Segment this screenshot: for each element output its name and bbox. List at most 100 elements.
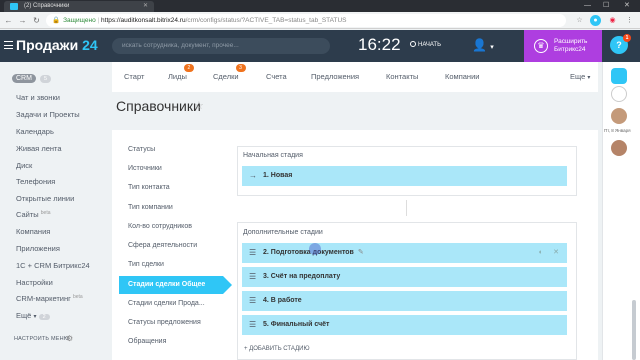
- drag-handle-icon[interactable]: ☰: [249, 267, 256, 287]
- minimize-icon[interactable]: —: [584, 0, 591, 12]
- tab-quotes[interactable]: Предложения: [311, 72, 359, 81]
- sidebar-item-tasks[interactable]: Задачи и Проекты: [16, 110, 80, 119]
- help-icon[interactable]: ? 1: [610, 34, 631, 54]
- chevron-down-icon: ▾: [587, 75, 591, 81]
- avatar[interactable]: [611, 108, 627, 124]
- sidebar-item-disk[interactable]: Диск: [16, 161, 32, 170]
- stage-item[interactable]: ☰ 4. В работе: [242, 291, 567, 311]
- configure-menu-button[interactable]: НАСТРОИТЬ МЕНЮ: [14, 336, 70, 342]
- favorite-star-icon[interactable]: ☆: [194, 99, 204, 112]
- rail-date-label: Пт, 8 Января: [604, 128, 631, 133]
- portal-logo[interactable]: Продажи 24: [16, 37, 98, 53]
- tab-start[interactable]: Старт: [124, 72, 144, 81]
- color-picker-icon[interactable]: ◐: [539, 243, 543, 263]
- user-menu[interactable]: 👤 ▾: [472, 38, 512, 54]
- menu-item-deal-type[interactable]: Тип сделки: [128, 261, 164, 268]
- lock-icon: 🔒: [52, 17, 61, 24]
- gear-icon[interactable]: ⚙: [66, 334, 73, 343]
- add-icon[interactable]: [611, 86, 627, 102]
- sidebar-item-chat[interactable]: Чат и звонки: [16, 93, 60, 102]
- browser-tab-title: (2) Справочники: [24, 3, 70, 9]
- stage-item[interactable]: ☰ 2. Подготовка документов ✎ ◐ ✕: [242, 243, 567, 263]
- menu-burger-icon[interactable]: [4, 41, 13, 49]
- drag-handle-icon[interactable]: ☰: [249, 243, 256, 263]
- sidebar-item-feed[interactable]: Живая лента: [16, 144, 62, 153]
- browser-menu-icon[interactable]: ⋮: [624, 15, 635, 26]
- sidebar-item-telephony[interactable]: Телефония: [16, 177, 55, 186]
- menu-item-employees[interactable]: Кол-во сотрудников: [128, 223, 192, 230]
- extra-stages-title: Дополнительные стадии: [243, 229, 323, 236]
- back-icon[interactable]: ←: [3, 15, 14, 26]
- sidebar-item-1c[interactable]: 1С + CRM Битрикс24: [16, 261, 90, 270]
- sidebar-item-openlines[interactable]: Открытые линии: [16, 194, 74, 203]
- upgrade-button[interactable]: ♛ Расширить Битрикс24: [524, 30, 602, 62]
- start-workday-button[interactable]: НАЧАТЬ: [410, 41, 441, 48]
- play-icon: [410, 41, 416, 47]
- tabs-more-button[interactable]: Еще ▾: [570, 72, 590, 81]
- crown-icon: ♛: [534, 39, 548, 53]
- maximize-icon[interactable]: ☐: [603, 0, 609, 12]
- avatar[interactable]: [611, 140, 627, 156]
- drag-handle-icon[interactable]: ☰: [249, 291, 256, 311]
- deals-badge: 3: [235, 64, 246, 72]
- close-window-icon[interactable]: ✕: [624, 0, 630, 12]
- url-path: /crm/configs/status/?ACTIVE_TAB=status_t…: [185, 17, 347, 24]
- menu-item-industry[interactable]: Сфера деятельности: [128, 242, 197, 249]
- tab-deals[interactable]: Сделки 3: [213, 64, 246, 81]
- url-input[interactable]: 🔒 Защищено | https://auditkonsalt.bitrix2…: [46, 14, 566, 27]
- scrollbar[interactable]: [632, 300, 636, 360]
- user-icon: 👤: [472, 38, 487, 52]
- notification-badge: 1: [623, 34, 631, 42]
- sidebar-more-count: 2: [38, 314, 50, 320]
- sidebar-item-crm-marketing[interactable]: CRM-маркетинг beta: [16, 294, 83, 303]
- divider: [406, 200, 407, 216]
- sidebar-item-apps[interactable]: Приложения: [16, 244, 60, 253]
- secure-label: Защищено: [63, 17, 96, 24]
- menu-item-appeals[interactable]: Обращения: [128, 338, 166, 345]
- menu-item-contact-type[interactable]: Тип контакта: [128, 184, 170, 191]
- drag-handle-icon[interactable]: ☰: [249, 315, 256, 335]
- stage-item[interactable]: ☰ 3. Счёт на предоплату: [242, 267, 567, 287]
- chevron-down-icon: ▾: [490, 44, 494, 51]
- sidebar-crm-count: 5: [40, 75, 52, 83]
- clock: 16:22: [358, 35, 401, 54]
- crm-tabs: Старт Лиды 2 Сделки 3 Счета Предложения Ко…: [112, 62, 598, 92]
- tab-leads[interactable]: Лиды 2: [168, 64, 194, 81]
- stage-item[interactable]: → 1. Новая: [242, 166, 567, 186]
- menu-item-company-type[interactable]: Тип компании: [128, 204, 173, 211]
- menu-item-quote-statuses[interactable]: Статусы предложения: [128, 319, 201, 326]
- menu-item-deal-stages-sales[interactable]: Стадии сделки Прода...: [128, 300, 205, 307]
- leads-badge: 2: [183, 64, 194, 72]
- sidebar-item-sites[interactable]: Сайты beta: [16, 210, 51, 219]
- stage-item[interactable]: ☰ 5. Финальный счёт: [242, 315, 567, 335]
- menu-item-statuses[interactable]: Статусы: [128, 146, 155, 153]
- add-stage-button[interactable]: + ДОБАВИТЬ СТАДИЮ: [244, 346, 310, 352]
- sidebar-item-settings[interactable]: Настройки: [16, 278, 53, 287]
- delete-icon[interactable]: ✕: [553, 243, 559, 263]
- browser-tabbar: (2) Справочники ✕ — ☐ ✕: [0, 0, 640, 12]
- forward-icon[interactable]: →: [17, 15, 28, 26]
- sidebar-item-company[interactable]: Компания: [16, 227, 50, 236]
- initial-stage-title: Начальная стадия: [243, 152, 303, 159]
- browser-tab[interactable]: (2) Справочники ✕: [4, 1, 154, 12]
- menu-item-sources[interactable]: Источники: [128, 165, 162, 172]
- sidebar-item-calendar[interactable]: Календарь: [16, 127, 54, 136]
- extension-red-icon[interactable]: ◉: [607, 15, 618, 26]
- extension-icon[interactable]: ●: [590, 15, 601, 26]
- arrow-right-icon: →: [249, 171, 257, 180]
- tab-companies[interactable]: Компании: [445, 72, 479, 81]
- close-icon[interactable]: ✕: [143, 1, 148, 12]
- chevron-down-icon: ▾: [33, 314, 37, 320]
- address-bar-row: ← → ↻ 🔒 Защищено | https://auditkonsalt.b…: [0, 12, 640, 29]
- bookmark-star-icon[interactable]: ☆: [574, 15, 585, 26]
- pencil-icon[interactable]: ✎: [358, 249, 364, 256]
- sidebar-item-more[interactable]: Ещё ▾ 2: [16, 311, 50, 320]
- reload-icon[interactable]: ↻: [31, 15, 42, 26]
- url-host: https://auditkonsalt.bitrix24.ru: [101, 17, 186, 24]
- tab-invoices[interactable]: Счета: [266, 72, 287, 81]
- notifications-icon[interactable]: [611, 68, 627, 84]
- sidebar-item-crm[interactable]: CRM: [12, 74, 36, 83]
- menu-item-deal-stages-general[interactable]: Стадии сделки Общее: [119, 276, 232, 294]
- search-input[interactable]: искать сотрудника, документ, прочее...: [112, 38, 330, 54]
- tab-contacts[interactable]: Контакты: [386, 72, 418, 81]
